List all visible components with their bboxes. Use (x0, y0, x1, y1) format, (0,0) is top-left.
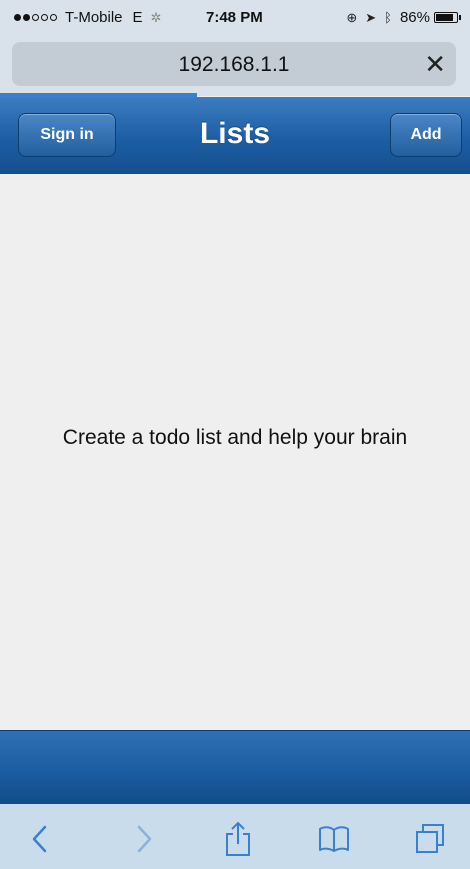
location-icon: ➤ (365, 9, 377, 25)
status-bar: T-Mobile E ✲ 7:48 PM ⊕ ➤ ᛒ 86% (0, 0, 470, 36)
status-right: ⊕ ➤ ᛒ 86% (338, 9, 461, 26)
share-button[interactable] (218, 820, 258, 858)
bluetooth-icon: ᛒ (384, 10, 392, 25)
network-type: E (132, 9, 143, 26)
signal-dot (32, 14, 39, 21)
forward-button[interactable] (124, 820, 164, 858)
back-icon (32, 825, 47, 853)
status-time: 7:48 PM (206, 9, 263, 26)
signal-dot (41, 14, 48, 21)
battery-icon (434, 12, 461, 23)
bookmarks-icon (319, 826, 349, 852)
empty-state-message: Create a todo list and help your brain (62, 426, 408, 449)
app-footer (0, 730, 470, 805)
share-icon (226, 821, 250, 856)
carrier-name: T-Mobile (65, 9, 123, 26)
tabs-icon (416, 824, 444, 853)
signal-dot (23, 14, 30, 21)
url-text[interactable]: 192.168.1.1 (12, 53, 456, 77)
signal-strength-icon (14, 14, 59, 21)
browser-toolbar (0, 804, 470, 869)
add-list-button[interactable]: Add (390, 113, 462, 157)
stop-loading-icon[interactable]: ✕ (424, 48, 446, 80)
browser-address-area: 192.168.1.1 ✕ (0, 36, 470, 96)
status-left: T-Mobile E ✲ (14, 9, 161, 26)
forward-icon (137, 825, 152, 853)
app-header: Sign in Lists Add (0, 97, 470, 175)
bookmarks-button[interactable] (314, 820, 354, 858)
activity-icon: ✲ (150, 9, 162, 25)
signal-dot (14, 14, 21, 21)
rotation-lock-icon: ⊕ (346, 9, 358, 25)
tabs-button[interactable] (410, 820, 450, 858)
back-button[interactable] (20, 820, 60, 858)
signal-dot (50, 14, 57, 21)
address-bar[interactable]: 192.168.1.1 ✕ (12, 42, 456, 86)
battery-percent: 86% (399, 9, 430, 26)
battery-fill (436, 14, 453, 21)
lists-content: Create a todo list and help your brain (0, 174, 470, 730)
